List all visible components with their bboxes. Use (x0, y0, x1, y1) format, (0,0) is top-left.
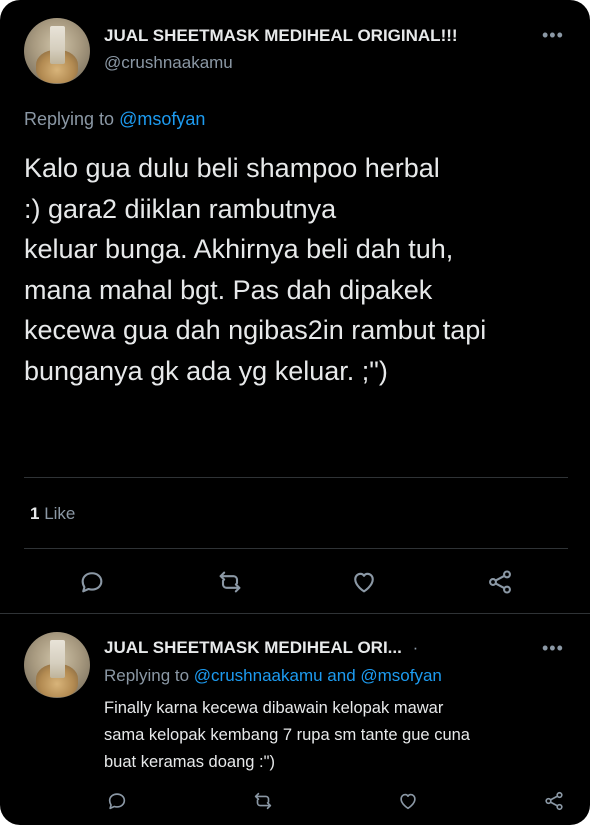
tweet-body: Kalo gua dulu beli shampoo herbal :) gar… (24, 153, 487, 386)
reply-author-avatar[interactable] (24, 632, 90, 698)
reply-icon[interactable] (106, 790, 128, 812)
share-icon[interactable] (543, 790, 565, 812)
replying-to-link[interactable]: @msofyan (119, 109, 205, 129)
replying-to-link[interactable]: @crushnaakamu and @msofyan (194, 666, 442, 685)
share-icon[interactable] (486, 568, 514, 596)
replying-prefix: Replying to (24, 109, 115, 129)
name-separator: · (412, 638, 419, 657)
more-dots-icon[interactable]: ••• (542, 26, 564, 44)
divider (24, 477, 568, 478)
avatar-sheetmask-image (50, 25, 65, 65)
avatar-sheetmask-image (50, 639, 65, 679)
replying-to-line: Replying to @msofyan (24, 109, 205, 130)
author-name[interactable]: JUAL SHEETMASK MEDIHEAL ORIGINAL!!! (104, 26, 458, 46)
author-avatar[interactable] (24, 18, 90, 84)
like-count-label: Like (44, 504, 76, 523)
reply-author-name[interactable]: JUAL SHEETMASK MEDIHEAL ORI... · (104, 638, 418, 658)
like-count[interactable]: 1 Like (30, 504, 75, 524)
divider (24, 548, 568, 549)
reply-author-name-text: JUAL SHEETMASK MEDIHEAL ORI... (104, 638, 402, 657)
reply-icon[interactable] (78, 568, 106, 596)
reply-tweet-body: Finally karna kecewa dibawain kelopak ma… (104, 699, 470, 771)
retweet-icon[interactable] (216, 568, 244, 596)
author-handle[interactable]: @crushnaakamu (104, 53, 233, 73)
section-divider (0, 613, 590, 614)
reply-replying-to-line: Replying to @crushnaakamu and @msofyan (104, 666, 442, 686)
heart-icon[interactable] (397, 790, 419, 812)
retweet-icon[interactable] (252, 790, 274, 812)
heart-icon[interactable] (350, 568, 378, 596)
like-count-value: 1 (30, 504, 40, 523)
tweet-thread: JUAL SHEETMASK MEDIHEAL ORIGINAL!!! @cru… (0, 0, 590, 825)
more-dots-icon[interactable]: ••• (542, 639, 564, 657)
replying-prefix: Replying to (104, 666, 190, 685)
